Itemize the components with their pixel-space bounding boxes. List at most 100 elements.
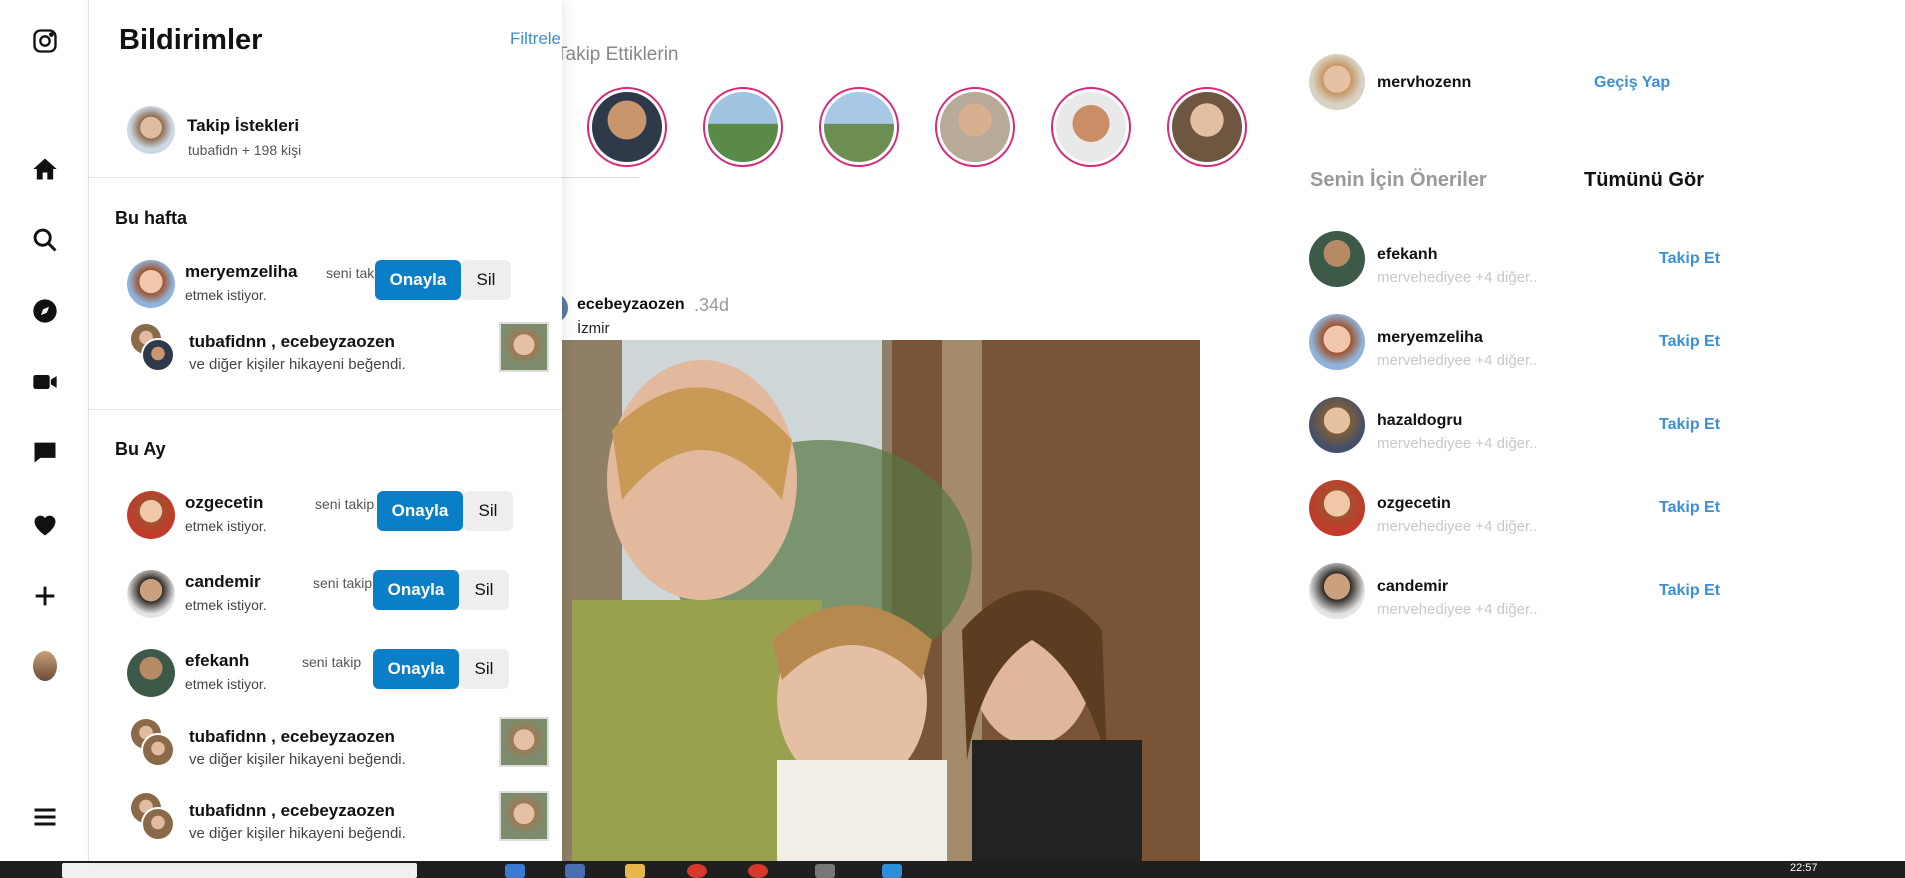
filter-link[interactable]: Filtrele — [510, 29, 561, 49]
suggestion-avatar[interactable] — [1309, 563, 1365, 619]
notifications-heart-icon[interactable] — [30, 510, 60, 540]
likers-names[interactable]: tubafidnn , ecebeyzaozen — [189, 801, 395, 821]
likers-names[interactable]: tubafidnn , ecebeyzaozen — [189, 727, 395, 747]
suggestion-avatar[interactable] — [1309, 314, 1365, 370]
request-avatar[interactable] — [127, 260, 175, 308]
section-this-month: Bu Ay — [115, 439, 166, 459]
taskbar-app-icon[interactable] — [625, 864, 645, 878]
suggestion-username[interactable]: efekanh — [1377, 246, 1437, 264]
request-username[interactable]: meryemzeliha — [185, 262, 297, 282]
follow-button[interactable]: Takip Et — [1659, 582, 1720, 600]
story-thumbnail[interactable] — [499, 717, 549, 767]
current-username[interactable]: mervhozenn — [1377, 74, 1471, 92]
liker-avatar[interactable] — [141, 733, 175, 767]
suggestion-item: efekanh mervehediyee +4 diğer.. Takip Et — [1309, 231, 1729, 291]
suggestions-title: Senin İçin Öneriler — [1310, 169, 1487, 191]
story-thumbnail[interactable] — [499, 791, 549, 841]
story-avatar[interactable] — [703, 87, 783, 167]
story-like-item: tubafidnn , ecebeyzaozen ve diğer kişile… — [127, 715, 549, 777]
create-plus-icon[interactable] — [30, 581, 60, 611]
story-thumbnail[interactable] — [499, 322, 549, 372]
story-avatar[interactable] — [1167, 87, 1247, 167]
follow-button[interactable]: Takip Et — [1659, 416, 1720, 434]
approve-button[interactable]: Onayla — [373, 649, 459, 689]
suggestion-mutuals: mervehediyee +4 diğer.. — [1377, 435, 1538, 452]
request-action-text: seni takip — [302, 654, 362, 670]
follow-requests-row[interactable]: Takip İstekleri tubafidn + 198 kişi — [127, 104, 547, 164]
approve-button[interactable]: Onayla — [375, 260, 461, 300]
story-avatar[interactable] — [587, 87, 667, 167]
delete-button[interactable]: Sil — [459, 649, 509, 689]
search-icon[interactable] — [30, 225, 60, 255]
panel-title: Bildirimler — [119, 24, 263, 56]
post-location[interactable]: İzmir — [577, 320, 610, 337]
instagram-logo-icon[interactable] — [30, 26, 60, 56]
messages-icon[interactable] — [30, 437, 60, 467]
request-action-text: seni takip — [313, 575, 373, 591]
taskbar-app-icon[interactable] — [565, 864, 585, 878]
taskbar-app-icon[interactable] — [882, 864, 902, 878]
suggestion-avatar[interactable] — [1309, 480, 1365, 536]
story-avatar[interactable] — [1051, 87, 1131, 167]
request-avatar[interactable] — [127, 570, 175, 618]
taskbar-app-icon[interactable] — [748, 864, 768, 878]
approve-button[interactable]: Onayla — [373, 570, 459, 610]
suggestion-mutuals: mervehediyee +4 diğer.. — [1377, 601, 1538, 618]
follow-button[interactable]: Takip Et — [1659, 499, 1720, 517]
liker-avatar[interactable] — [141, 338, 175, 372]
delete-button[interactable]: Sil — [459, 570, 509, 610]
home-icon[interactable] — [30, 154, 60, 184]
story-like-item: tubafidnn , ecebeyzaozen ve diğer kişile… — [127, 789, 549, 851]
more-menu-icon[interactable] — [30, 802, 60, 832]
suggestion-username[interactable]: hazaldogru — [1377, 412, 1462, 430]
follow-button[interactable]: Takip Et — [1659, 333, 1720, 351]
liker-avatar[interactable] — [141, 807, 175, 841]
like-text: ve diğer kişiler hikayeni beğendi. — [189, 751, 406, 768]
story-avatar[interactable] — [819, 87, 899, 167]
story-avatar[interactable] — [935, 87, 1015, 167]
follow-button[interactable]: Takip Et — [1659, 250, 1720, 268]
divider — [89, 177, 562, 178]
suggestion-avatar[interactable] — [1309, 397, 1365, 453]
follow-request-item: candemir seni takip etmek istiyor. Onayl… — [127, 564, 547, 626]
post-time: .34d — [694, 295, 730, 315]
follow-request-item: meryemzeliha seni takip etmek istiyor. O… — [127, 254, 547, 316]
notifications-panel: Bildirimler Filtrele Takip İstekleri tub… — [89, 0, 562, 861]
post-username[interactable]: ecebeyzaozen — [577, 296, 685, 314]
suggestion-username[interactable]: ozgecetin — [1377, 495, 1451, 513]
request-username[interactable]: candemir — [185, 572, 261, 592]
follow-requests-avatar — [127, 106, 175, 154]
delete-button[interactable]: Sil — [463, 491, 513, 531]
request-avatar[interactable] — [127, 649, 175, 697]
divider — [89, 409, 562, 410]
request-action-text: seni takip — [315, 496, 375, 512]
taskbar-app-icon[interactable] — [687, 864, 707, 878]
request-action-text: etmek istiyor. — [185, 676, 267, 692]
request-action-text: etmek istiyor. — [185, 287, 267, 303]
current-user-avatar[interactable] — [1309, 54, 1365, 110]
reels-video-icon[interactable] — [30, 367, 60, 397]
follow-requests-subtitle: tubafidn + 198 kişi — [188, 142, 302, 158]
approve-button[interactable]: Onayla — [377, 491, 463, 531]
suggestion-item: ozgecetin mervehediyee +4 diğer.. Takip … — [1309, 480, 1729, 540]
likers-names[interactable]: tubafidnn , ecebeyzaozen — [189, 332, 395, 352]
see-all-link[interactable]: Tümünü Gör — [1584, 169, 1704, 192]
stories-label: Takip Ettiklerin — [556, 44, 679, 65]
taskbar-app-icon[interactable] — [815, 864, 835, 878]
taskbar-search[interactable] — [62, 863, 417, 878]
profile-avatar[interactable] — [30, 651, 60, 681]
post-photo[interactable] — [562, 340, 1200, 861]
os-taskbar: 22:57 — [0, 861, 1905, 878]
suggestion-username[interactable]: meryemzeliha — [1377, 329, 1483, 347]
taskbar-clock: 22:57 — [1790, 862, 1818, 874]
follow-request-item: ozgecetin seni takip etmek istiyor. Onay… — [127, 485, 547, 547]
request-avatar[interactable] — [127, 491, 175, 539]
taskbar-app-icon[interactable] — [505, 864, 525, 878]
suggestion-avatar[interactable] — [1309, 231, 1365, 287]
explore-compass-icon[interactable] — [30, 296, 60, 326]
switch-account-link[interactable]: Geçiş Yap — [1594, 74, 1670, 92]
delete-button[interactable]: Sil — [461, 260, 511, 300]
request-username[interactable]: ozgecetin — [185, 493, 263, 513]
suggestion-username[interactable]: candemir — [1377, 578, 1448, 596]
request-username[interactable]: efekanh — [185, 651, 249, 671]
